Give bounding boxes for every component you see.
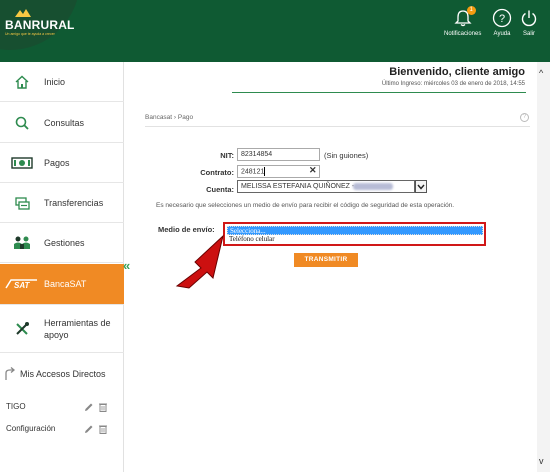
notifications-label: Notificaciones <box>444 31 482 37</box>
breadcrumb-divider <box>145 126 530 127</box>
transfer-icon <box>15 196 30 210</box>
info-text: Es necesario que selecciones un medio de… <box>156 202 455 209</box>
notification-badge: 1 <box>466 6 476 15</box>
sidebar-item-gestiones[interactable]: Gestiones <box>0 223 124 263</box>
scroll-down-icon[interactable]: v <box>539 456 544 466</box>
shortcut-arrow-icon <box>5 367 16 380</box>
sidebar-item-label: Pagos <box>44 157 70 168</box>
help-button[interactable]: ? Ayuda <box>492 8 512 37</box>
home-icon <box>15 75 29 89</box>
medio-envio-select[interactable]: Selecciona... Teléfono celular <box>223 222 486 246</box>
clear-contrato-icon[interactable]: ✕ <box>309 165 317 176</box>
transmitir-button[interactable]: TRANSMITIR <box>294 253 358 267</box>
exit-label: Salir <box>522 31 535 37</box>
sat-logo-text: SAT <box>14 281 31 290</box>
breadcrumb: Bancasat › Pago <box>145 114 194 121</box>
scroll-up-icon[interactable]: ^ <box>539 68 543 78</box>
banrural-logo[interactable]: BANRURAL <box>5 18 75 32</box>
contrato-label: Contrato: <box>200 168 234 177</box>
svg-text:?: ? <box>499 13 505 25</box>
sidebar-item-transferencias[interactable]: Transferencias <box>0 183 124 223</box>
chevron-down-icon <box>417 184 425 190</box>
welcome-block: Bienvenido, cliente amigo Último Ingreso… <box>382 66 525 87</box>
option-selecciona[interactable]: Selecciona... <box>227 226 483 235</box>
sidebar-item-herramientas[interactable]: Herramientas de apoyo <box>0 305 124 353</box>
welcome-title: Bienvenido, cliente amigo <box>389 66 525 78</box>
help-icon: ? <box>492 8 512 28</box>
sidebar-item-label: Inicio <box>44 76 66 87</box>
nit-hint: (Sin guiones) <box>324 151 369 160</box>
sidebar-item-inicio[interactable]: Inicio <box>0 62 124 102</box>
sidebar-item-pagos[interactable]: Pagos <box>0 143 124 183</box>
page-help-icon[interactable]: ? <box>520 113 529 122</box>
cuenta-label: Cuenta: <box>206 185 234 194</box>
shortcut-configuracion[interactable]: Configuración <box>6 424 118 434</box>
edit-icon[interactable] <box>84 402 94 412</box>
search-icon <box>15 116 29 130</box>
mis-accesos-directos[interactable]: Mis Accesos Directos <box>0 362 124 386</box>
welcome-divider <box>232 92 526 93</box>
trash-icon[interactable] <box>98 424 108 434</box>
sat-icon: SAT <box>5 279 37 290</box>
sidebar-item-label: Herramientas de apoyo <box>44 317 111 340</box>
contrato-field[interactable]: 248121 <box>237 165 320 178</box>
sidebar-item-bancasat[interactable]: SAT BancaSAT <box>0 264 124 305</box>
cuenta-dropdown-button[interactable] <box>415 180 427 193</box>
bell-icon: 1 <box>453 6 476 28</box>
sidebar-item-label: Gestiones <box>44 237 85 248</box>
collapse-sidebar-icon[interactable]: « <box>123 258 130 273</box>
last-login-text: Último Ingreso: miércoles 03 de enero de… <box>381 81 525 87</box>
accesos-label: Mis Accesos Directos <box>20 369 106 379</box>
banrural-logo-mark <box>15 9 31 17</box>
power-icon <box>519 8 539 28</box>
red-pointer-arrow-icon <box>175 234 224 289</box>
sidebar-item-label: Consultas <box>44 117 85 128</box>
logo-tagline: Un amigo que te ayuda a crecer <box>5 32 55 36</box>
shortcut-tigo[interactable]: TIGO <box>6 402 118 412</box>
trash-icon[interactable] <box>98 402 108 412</box>
cash-icon <box>11 156 33 169</box>
nit-field[interactable]: 82314854 <box>237 148 320 161</box>
shortcut-label: TIGO <box>6 402 26 411</box>
contrato-value: 248121 <box>241 168 265 176</box>
vertical-scrollbar[interactable] <box>537 62 550 472</box>
gestiones-icon <box>14 236 30 249</box>
sidebar: Inicio Consultas Pagos Transferencias Ge… <box>0 62 124 472</box>
nit-label: NIT: <box>220 151 234 160</box>
notifications-button[interactable]: 1 Notificaciones <box>444 6 482 37</box>
sidebar-item-label: Transferencias <box>44 197 104 208</box>
tools-icon <box>16 321 29 335</box>
redacted-account-number <box>353 183 393 190</box>
help-label: Ayuda <box>493 31 511 37</box>
exit-button[interactable]: Salir <box>519 8 539 37</box>
shortcut-label: Configuración <box>6 424 56 433</box>
option-telefono-celular[interactable]: Teléfono celular <box>227 235 483 244</box>
sidebar-item-consultas[interactable]: Consultas <box>0 103 124 143</box>
top-header: BANRURAL Un amigo que te ayuda a crecer … <box>0 0 550 62</box>
text-cursor <box>264 167 266 176</box>
sidebar-item-label: BancaSAT <box>44 279 87 289</box>
edit-icon[interactable] <box>84 424 94 434</box>
